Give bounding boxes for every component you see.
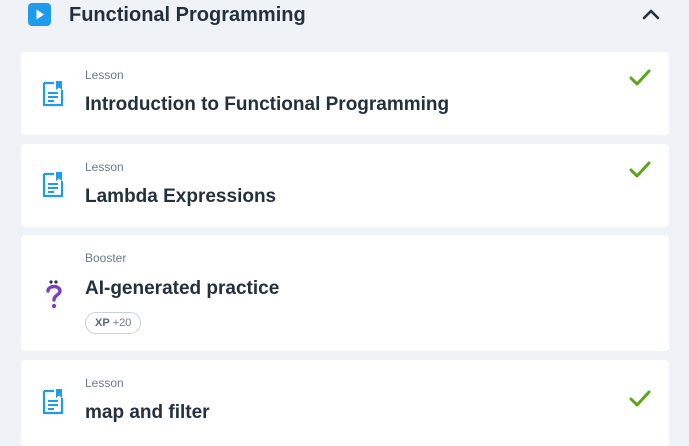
play-icon[interactable] — [28, 3, 51, 26]
lesson-document-icon — [41, 80, 65, 113]
xp-value: +20 — [112, 317, 132, 329]
item-title: Lambda Expressions — [85, 186, 277, 207]
list-item-lesson[interactable]: Lesson Introduction to Functional Progra… — [21, 52, 669, 135]
item-type-label: Lesson — [85, 160, 124, 174]
check-icon — [628, 389, 652, 414]
xp-badge: XP +20 — [85, 312, 142, 334]
check-icon — [628, 68, 652, 93]
item-type-label: Booster — [85, 251, 127, 265]
section-title: Functional Programming — [69, 4, 306, 26]
item-type-label: Lesson — [85, 68, 124, 82]
question-mark-icon — [44, 279, 64, 316]
item-title: AI-generated practice — [85, 278, 280, 299]
xp-label: XP — [95, 317, 110, 329]
check-icon — [628, 160, 652, 185]
list-item-booster[interactable]: Booster AI-generated practice XP +20 — [21, 235, 669, 351]
list-item-lesson[interactable]: Lesson map and filter — [21, 360, 669, 446]
list-item-lesson[interactable]: Lesson Lambda Expressions — [21, 144, 669, 227]
item-type-label: Lesson — [85, 376, 124, 390]
section-header[interactable]: Functional Programming — [0, 0, 689, 44]
item-title: map and filter — [85, 402, 210, 423]
chevron-up-icon[interactable] — [640, 4, 662, 24]
item-title: Introduction to Functional Programming — [85, 94, 450, 115]
lesson-document-icon — [41, 171, 65, 204]
lesson-document-icon — [41, 388, 65, 421]
